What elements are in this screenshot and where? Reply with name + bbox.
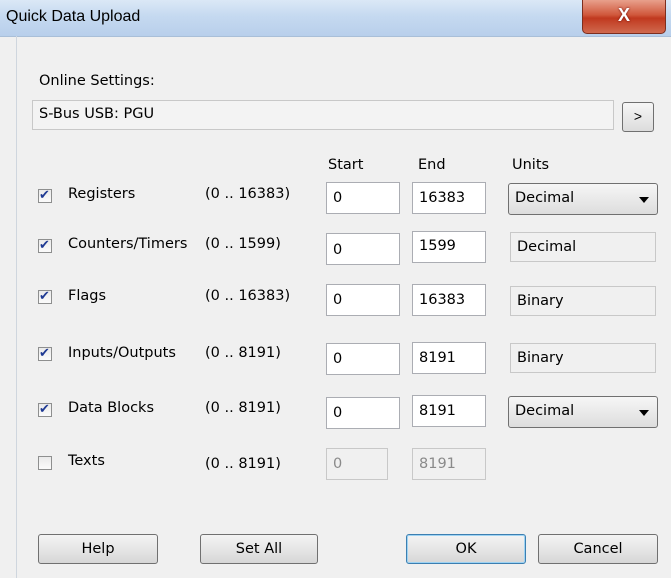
chevron-down-icon — [639, 410, 649, 416]
registers-range: (0 .. 16383) — [205, 186, 291, 202]
close-button[interactable]: X — [582, 0, 666, 34]
data-blocks-label: Data Blocks — [68, 400, 155, 416]
window-title: Quick Data Upload — [6, 8, 141, 25]
texts-label: Texts — [68, 453, 105, 469]
texts-end-input: 8191 — [412, 448, 486, 480]
registers-end-input[interactable]: 16383 — [412, 182, 486, 214]
help-button[interactable]: Help — [38, 534, 158, 564]
online-settings-field: S-Bus USB: PGU — [32, 100, 614, 130]
column-header-units: Units — [512, 157, 550, 173]
registers-start-input[interactable]: 0 — [326, 182, 400, 214]
inputs-outputs-range: (0 .. 8191) — [205, 345, 281, 361]
title-bar: Quick Data Upload X — [0, 0, 671, 37]
cancel-button[interactable]: Cancel — [538, 534, 658, 564]
texts-checkbox[interactable] — [38, 456, 52, 470]
flags-range: (0 .. 16383) — [205, 288, 291, 304]
texts-range: (0 .. 8191) — [205, 456, 281, 472]
registers-units-dropdown[interactable]: Decimal — [508, 183, 658, 215]
counters-timers-range: (0 .. 1599) — [205, 236, 281, 252]
ok-button[interactable]: OK — [406, 534, 526, 564]
data-blocks-range: (0 .. 8191) — [205, 400, 281, 416]
flags-units-field: Binary — [510, 286, 656, 316]
inputs-outputs-end-input[interactable]: 8191 — [412, 342, 486, 374]
inputs-outputs-units-field: Binary — [510, 343, 656, 373]
online-settings-button[interactable]: > — [622, 102, 654, 132]
data-blocks-checkbox[interactable] — [38, 401, 52, 417]
flags-end-input[interactable]: 16383 — [412, 284, 486, 316]
registers-checkbox[interactable] — [38, 187, 52, 203]
data-blocks-start-input[interactable]: 0 — [326, 397, 400, 429]
column-header-start: Start — [328, 157, 364, 173]
inputs-outputs-start-input[interactable]: 0 — [326, 343, 400, 375]
inputs-outputs-label: Inputs/Outputs — [68, 345, 176, 361]
counters-timers-start-input[interactable]: 0 — [326, 233, 400, 265]
counters-timers-label: Counters/Timers — [68, 236, 188, 252]
data-blocks-units-value: Decimal — [515, 403, 575, 419]
flags-label: Flags — [68, 288, 107, 304]
column-header-end: End — [418, 157, 446, 173]
counters-timers-checkbox[interactable] — [38, 237, 52, 253]
flags-checkbox[interactable] — [38, 288, 52, 304]
data-blocks-end-input[interactable]: 8191 — [412, 395, 486, 427]
set-all-button[interactable]: Set All — [200, 534, 318, 564]
registers-units-value: Decimal — [515, 190, 575, 206]
flags-start-input[interactable]: 0 — [326, 284, 400, 316]
registers-label: Registers — [68, 186, 136, 202]
counters-timers-end-input[interactable]: 1599 — [412, 231, 486, 263]
inputs-outputs-checkbox[interactable] — [38, 345, 52, 361]
counters-timers-units-field: Decimal — [510, 232, 656, 262]
texts-start-input: 0 — [326, 448, 388, 480]
data-blocks-units-dropdown[interactable]: Decimal — [508, 396, 658, 428]
chevron-down-icon — [639, 197, 649, 203]
online-settings-label: Online Settings: — [39, 73, 155, 89]
